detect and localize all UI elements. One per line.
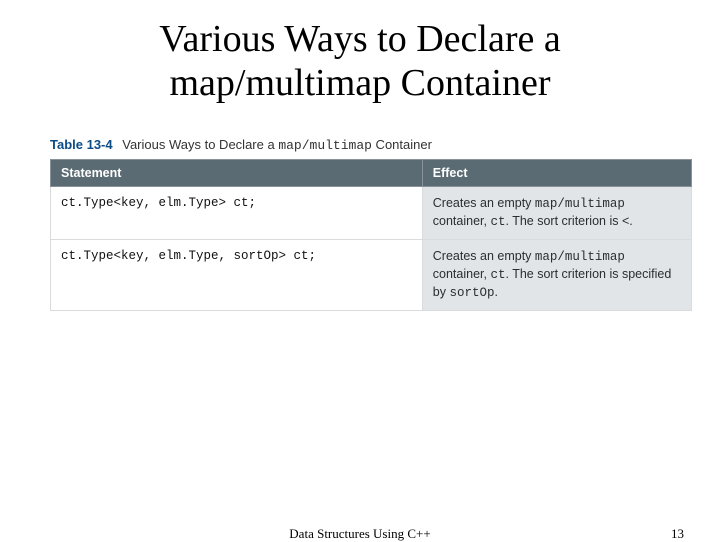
title-line-1: Various Ways to Declare a — [159, 18, 560, 60]
eff-mono: ct — [490, 215, 505, 229]
eff-mono: map/multimap — [535, 250, 625, 264]
slide-title: Various Ways to Declare a map/multimap C… — [0, 0, 720, 105]
table-number: Table 13-4 — [50, 137, 113, 152]
eff-text: container, — [433, 214, 491, 228]
eff-text: Creates an empty — [433, 196, 535, 210]
header-effect: Effect — [422, 160, 691, 187]
table-row: ct.Type<key, elm.Type> ct; Creates an em… — [51, 187, 692, 240]
statement-cell: ct.Type<key, elm.Type, sortOp> ct; — [51, 240, 423, 311]
table-header-row: Statement Effect — [51, 160, 692, 187]
effect-cell: Creates an empty map/multimap container,… — [422, 240, 691, 311]
effect-cell: Creates an empty map/multimap container,… — [422, 187, 691, 240]
declaration-table: Statement Effect ct.Type<key, elm.Type> … — [50, 159, 692, 310]
caption-pre: Various Ways to Declare a — [122, 137, 278, 152]
slide: Various Ways to Declare a map/multimap C… — [0, 0, 720, 540]
eff-text: . The sort criterion is <. — [505, 214, 632, 228]
table-region: Table 13-4 Various Ways to Declare a map… — [0, 137, 720, 310]
eff-mono: sortOp — [449, 286, 494, 300]
eff-text: container, — [433, 267, 491, 281]
header-statement: Statement — [51, 160, 423, 187]
caption-post: Container — [372, 137, 432, 152]
eff-mono: map/multimap — [535, 197, 625, 211]
table-row: ct.Type<key, elm.Type, sortOp> ct; Creat… — [51, 240, 692, 311]
eff-text: Creates an empty — [433, 249, 535, 263]
caption-mono: map/multimap — [278, 138, 372, 153]
title-line-2: map/multimap Container — [170, 62, 551, 104]
statement-cell: ct.Type<key, elm.Type> ct; — [51, 187, 423, 240]
eff-mono: ct — [490, 268, 505, 282]
table-caption: Table 13-4 Various Ways to Declare a map… — [50, 137, 692, 153]
eff-text: . — [494, 285, 497, 299]
